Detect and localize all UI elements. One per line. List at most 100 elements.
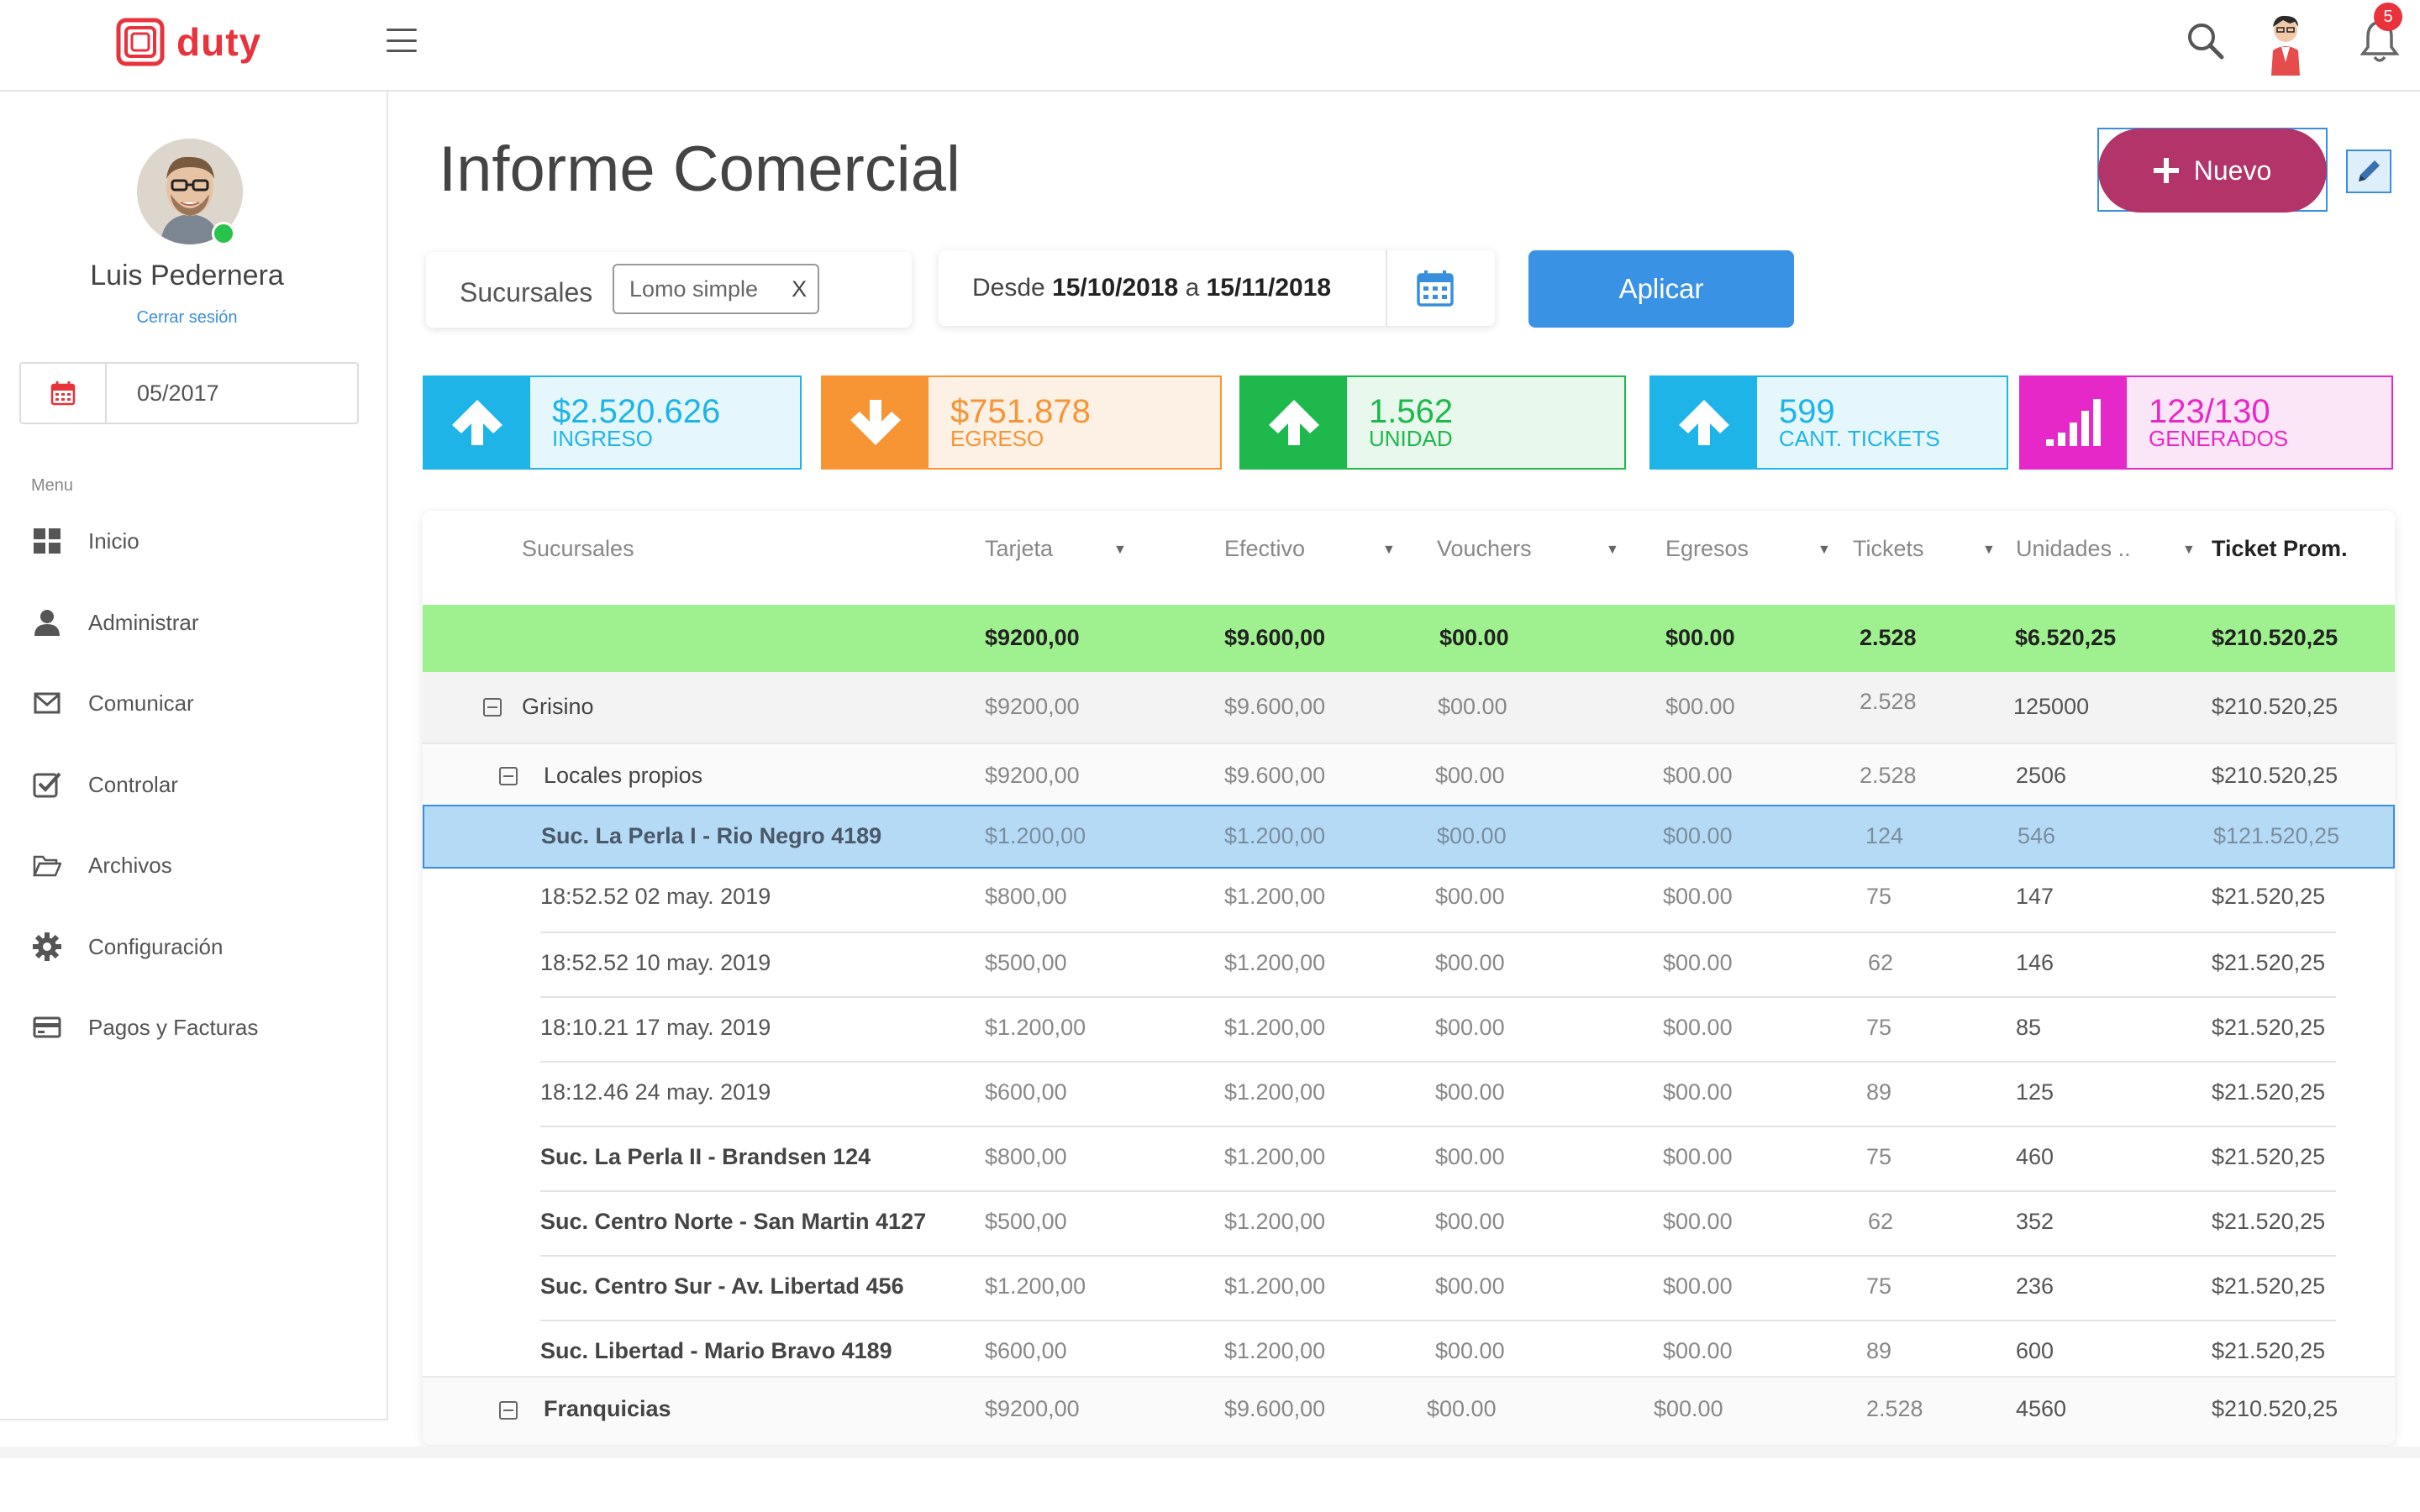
table-row[interactable]: 18:10.21 17 may. 2019 $1.200,00 $1.200,0… (423, 998, 2395, 1063)
cell-tickets: 75 (1866, 1273, 1892, 1299)
cell-efectivo: $1.200,00 (1224, 823, 1326, 848)
kpi-value: $751.878 (950, 393, 1091, 430)
sidebar-item-comunicar[interactable]: Comunicar (31, 687, 367, 769)
collapse-icon[interactable] (483, 698, 502, 717)
sort-caret-icon[interactable]: ▼ (2182, 543, 2196, 558)
kpi-value: 1.562 (1369, 393, 1454, 430)
cell-vouchers: $00.00 (1437, 823, 1507, 848)
cell-efectivo: $9.600,00 (1224, 763, 1326, 788)
cell-tarjeta: $1.200,00 (985, 1273, 1086, 1299)
report-table: Sucursales Tarjeta ▼ Efectivo ▼ Vouchers… (423, 511, 2395, 1445)
sucursales-filter[interactable]: Sucursales Lomo simple X (426, 252, 912, 328)
sidebar-item-archivos[interactable]: Archivos (31, 849, 367, 931)
date-range-text: Desde 15/10/2018 a 15/11/2018 (972, 274, 1331, 302)
filter-chip[interactable]: Lomo simple X (613, 264, 819, 314)
filter-chip-label: Lomo simple (629, 276, 759, 302)
cell-tickets: 124 (1865, 823, 1904, 848)
kpi-card-unidad: 1.562 UNIDAD (1239, 375, 1626, 470)
sidebar-menu: Inicio Administrar Comunicar Controlar A… (31, 525, 367, 1093)
sidebar-item-configuracion[interactable]: Configuración (31, 931, 367, 1012)
cell-unidades: 460 (2016, 1144, 2054, 1169)
cell-tickets: 62 (1868, 1209, 1894, 1234)
table-row[interactable]: 18:12.46 24 may. 2019 $600,00 $1.200,00 … (423, 1063, 2395, 1127)
sidebar-item-administrar[interactable]: Administrar (31, 606, 367, 688)
bottom-scroll-area (0, 1446, 2420, 1458)
cell-egresos: $00.00 (1663, 1209, 1733, 1234)
collapse-icon[interactable] (499, 1401, 518, 1420)
sort-caret-icon[interactable]: ▼ (1382, 543, 1396, 558)
subgroup-row[interactable]: Franquicias $9200,00 $9.600,00 $00.00 $0… (423, 1376, 2395, 1445)
cell-tickets: 2.528 (1860, 689, 1917, 714)
brand-name: duty (176, 20, 262, 64)
sort-caret-icon[interactable]: ▼ (1818, 543, 1831, 558)
sort-caret-icon[interactable]: ▼ (1113, 543, 1127, 558)
logout-link[interactable]: Cerrar sesión (0, 308, 374, 328)
row-name: Suc. Centro Norte - San Martin 4127 (540, 1209, 927, 1234)
date-from: 15/10/2018 (1052, 274, 1179, 302)
table-row[interactable]: 18:52.52 10 may. 2019 $500,00 $1.200,00 … (423, 933, 2395, 998)
online-status-dot (212, 222, 235, 245)
sort-caret-icon[interactable]: ▼ (1606, 543, 1619, 558)
subgroup-name: Franquicias (544, 1396, 671, 1421)
edit-button[interactable] (2346, 150, 2391, 193)
credit-card-icon (31, 1011, 63, 1043)
menu-toggle-icon[interactable] (387, 25, 417, 55)
cell-egresos: $00.00 (1663, 950, 1733, 975)
divider (1386, 250, 1387, 326)
table-row[interactable]: Suc. La Perla II - Brandsen 124 $800,00 … (423, 1127, 2395, 1192)
sidebar-item-pagos[interactable]: Pagos y Facturas (31, 1011, 367, 1093)
cell-ticket-prom: $21.520,25 (2212, 1338, 2326, 1363)
cell-egresos: $00.00 (1663, 1273, 1733, 1299)
col-header-tarjeta[interactable]: Tarjeta (985, 536, 1053, 562)
col-header-tickets[interactable]: Tickets (1853, 536, 1924, 562)
new-button[interactable]: Nuevo (2098, 129, 2327, 213)
checkbox-icon (31, 769, 63, 801)
col-header-unidades[interactable]: Unidades .. (2016, 536, 2131, 562)
collapse-icon[interactable] (499, 767, 518, 785)
sidebar-item-label: Pagos y Facturas (88, 1015, 259, 1040)
calendar-icon[interactable] (1416, 269, 1455, 307)
cell-vouchers: $00.00 (1435, 1273, 1505, 1299)
sidebar-item-label: Inicio (88, 528, 139, 554)
brand-logo[interactable]: duty (116, 17, 261, 67)
table-row[interactable]: Suc. Centro Norte - San Martin 4127 $500… (423, 1192, 2395, 1257)
cell-vouchers: $00.00 (1438, 694, 1507, 719)
cell-efectivo: $1.200,00 (1224, 1273, 1326, 1299)
cell-efectivo: $1.200,00 (1224, 884, 1326, 909)
kpi-value: $2.520.626 (552, 393, 721, 430)
row-name: Suc. Libertad - Mario Bravo 4189 (540, 1338, 892, 1363)
page-title: Informe Comercial (439, 134, 960, 205)
cell-tarjeta: $1.200,00 (985, 1015, 1086, 1040)
cell-tickets: 89 (1866, 1079, 1892, 1105)
search-icon[interactable] (2185, 20, 2227, 62)
cell-egresos: $00.00 (1663, 823, 1733, 848)
table-row[interactable]: Suc. Centro Sur - Av. Libertad 456 $1.20… (423, 1257, 2395, 1321)
apply-button[interactable]: Aplicar (1528, 250, 1794, 328)
chip-remove-button[interactable]: X (792, 276, 807, 302)
cell-tickets: 89 (1866, 1338, 1892, 1363)
cell-tarjeta: $500,00 (985, 1209, 1067, 1234)
cell-efectivo: $1.200,00 (1224, 1338, 1326, 1363)
cell-egresos: $00.00 (1663, 884, 1733, 909)
table-header: Sucursales Tarjeta ▼ Efectivo ▼ Vouchers… (423, 536, 2395, 578)
col-header-efectivo[interactable]: Efectivo (1224, 536, 1305, 562)
table-row-selected[interactable]: Suc. La Perla I - Rio Negro 4189 $1.200,… (423, 805, 2395, 869)
user-avatar-small[interactable] (2265, 12, 2307, 76)
cell-ticket-prom: $21.520,25 (2212, 950, 2326, 975)
calendar-icon[interactable] (21, 364, 107, 423)
col-header-sucursales[interactable]: Sucursales (522, 536, 634, 562)
col-header-ticket-prom[interactable]: Ticket Prom. (2212, 536, 2348, 562)
cell-efectivo: $9.600,00 (1224, 1396, 1326, 1421)
date-range-filter[interactable]: Desde 15/10/2018 a 15/11/2018 (939, 250, 1495, 326)
col-header-egresos[interactable]: Egresos (1665, 536, 1749, 562)
col-header-vouchers[interactable]: Vouchers (1437, 536, 1532, 562)
cell-tickets: 62 (1868, 950, 1894, 975)
period-selector[interactable]: 05/2017 (19, 362, 359, 424)
table-row[interactable]: 18:52.52 02 may. 2019 $800,00 $1.200,00 … (423, 869, 2395, 933)
sidebar-item-inicio[interactable]: Inicio (31, 525, 367, 606)
total-egresos: $00.00 (1665, 625, 1735, 650)
sidebar-item-controlar[interactable]: Controlar (31, 769, 367, 850)
group-row[interactable]: Grisino $9200,00 $9.600,00 $00.00 $00.00… (423, 672, 2395, 743)
kpi-label: EGRESO (950, 426, 1044, 451)
sort-caret-icon[interactable]: ▼ (1982, 543, 1996, 558)
